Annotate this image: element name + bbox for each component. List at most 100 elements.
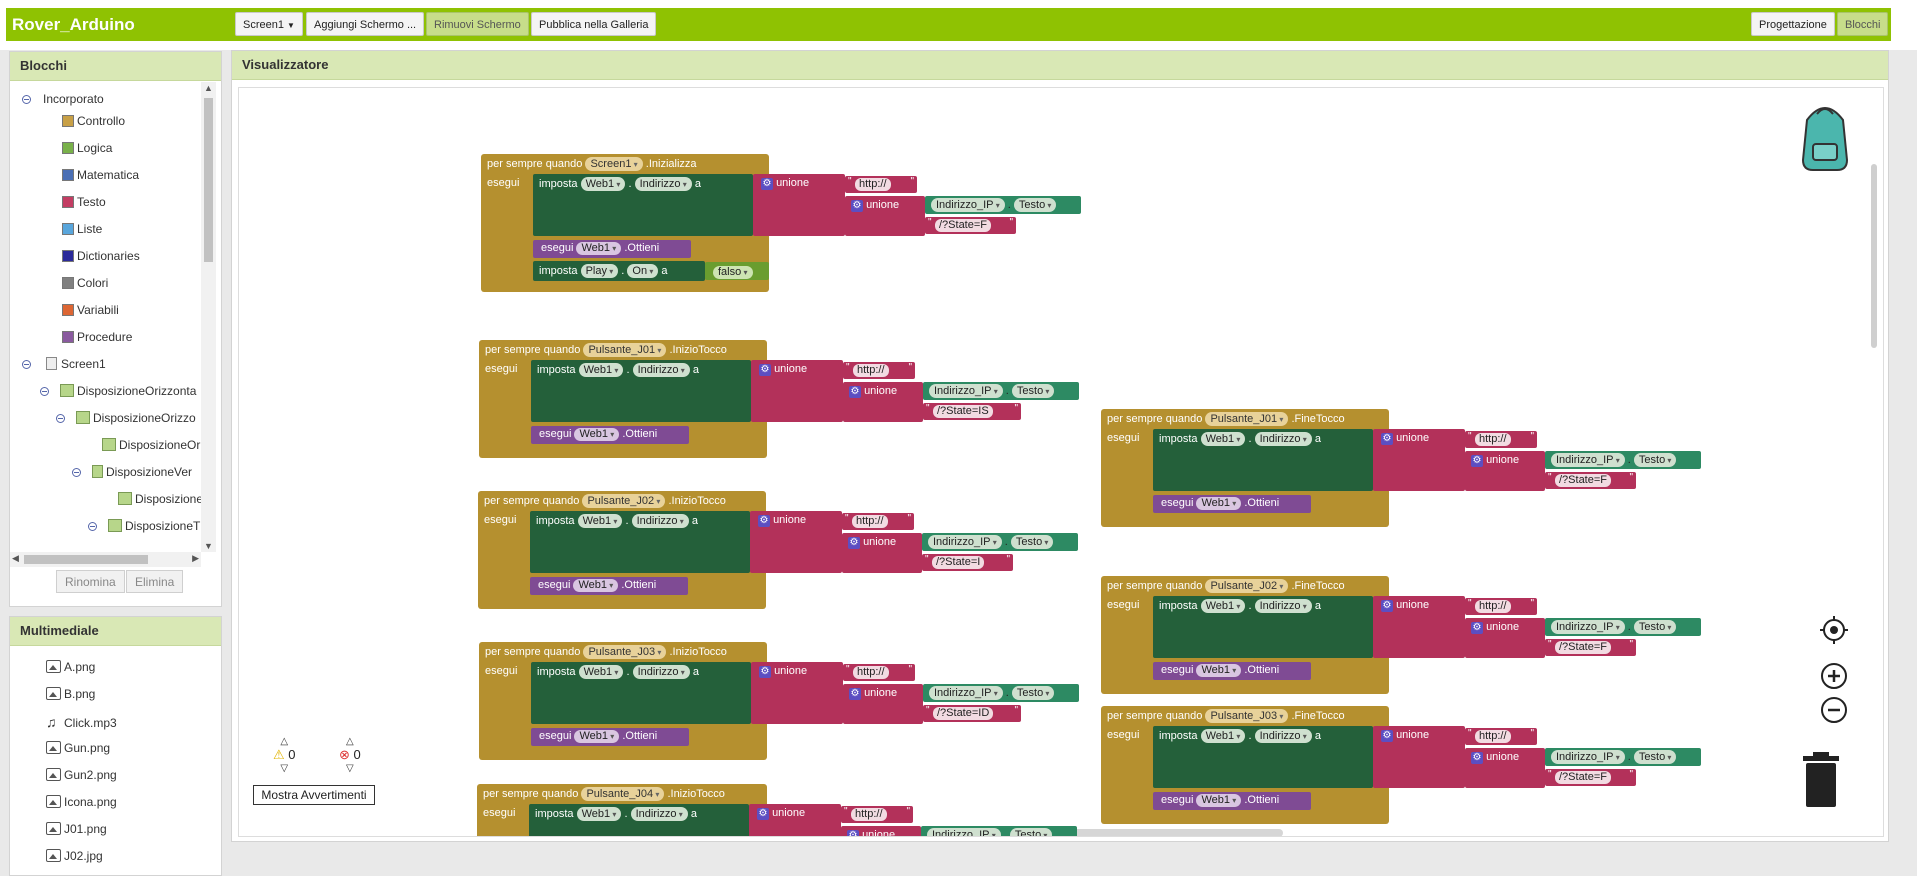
- media-file[interactable]: ♫ Click.mp3: [46, 714, 117, 730]
- tree-scrollbar[interactable]: ▲ ▼: [201, 82, 216, 552]
- join-block[interactable]: ⚙ unione: [842, 533, 922, 573]
- media-file[interactable]: J02.jpg: [46, 849, 103, 863]
- component-dropdown[interactable]: Web1: [1196, 794, 1242, 807]
- component-dropdown[interactable]: Web1: [1200, 729, 1246, 743]
- text-string-block[interactable]: "/?State=F ": [1545, 472, 1636, 489]
- component-dropdown[interactable]: Web1: [573, 579, 619, 592]
- event-block[interactable]: per sempre quando Pulsante_J03 .InizioTo…: [479, 642, 1079, 760]
- call-get-block[interactable]: esegui Web1 .Ottieni: [531, 426, 689, 444]
- rename-button[interactable]: Rinomina: [56, 570, 125, 593]
- text-getter-block[interactable]: Indirizzo_IP . Testo: [923, 382, 1079, 400]
- gear-icon[interactable]: ⚙: [759, 666, 771, 678]
- screen-select[interactable]: Screen1 ▼: [235, 12, 303, 36]
- scroll-up-icon[interactable]: ▲: [204, 83, 213, 93]
- collapse-icon[interactable]: [88, 522, 97, 531]
- tree-component[interactable]: DisposizioneT: [108, 519, 200, 533]
- join-block[interactable]: ⚙ unione: [750, 511, 842, 573]
- component-dropdown[interactable]: Web1: [576, 242, 622, 255]
- category-dictionaries[interactable]: Dictionaries: [62, 249, 140, 263]
- component-dropdown[interactable]: Indirizzo_IP: [928, 535, 1002, 549]
- text-getter-block[interactable]: Indirizzo_IP . Testo: [1545, 451, 1701, 469]
- component-dropdown[interactable]: Indirizzo_IP: [927, 828, 1001, 836]
- next-arrow-icon[interactable]: ▽: [273, 763, 296, 774]
- error-indicator[interactable]: △ ⊗ 0 ▽: [339, 736, 361, 774]
- component-dropdown[interactable]: Web1: [1200, 599, 1246, 613]
- call-get-block[interactable]: esegui Web1 .Ottieni: [1153, 495, 1311, 513]
- set-url-block[interactable]: imposta Web1 . Indirizzo a: [529, 804, 749, 836]
- event-block[interactable]: per sempre quando Pulsante_J01 .InizioTo…: [479, 340, 1079, 458]
- text-string-block[interactable]: "/?State=IS ": [923, 403, 1021, 420]
- call-get-block[interactable]: esegui Web1 .Ottieni: [1153, 662, 1311, 680]
- tree-hscrollbar[interactable]: ◀ ▶: [10, 552, 201, 567]
- join-block[interactable]: ⚙ unione: [1373, 726, 1465, 788]
- text-string-block[interactable]: "/?State=ID ": [923, 705, 1021, 722]
- join-block[interactable]: ⚙ unione: [1373, 429, 1465, 491]
- tree-component[interactable]: DisposizioneOrizzo: [76, 411, 196, 425]
- join-block[interactable]: ⚙ unione: [1465, 451, 1545, 491]
- gear-icon[interactable]: ⚙: [1471, 622, 1483, 634]
- text-getter-block[interactable]: Indirizzo_IP . Testo: [1545, 748, 1701, 766]
- component-dropdown[interactable]: Web1: [1196, 664, 1242, 677]
- trash-icon[interactable]: [1801, 752, 1841, 808]
- component-dropdown[interactable]: Web1: [578, 363, 624, 377]
- set-url-block[interactable]: imposta Web1 . Indirizzo a: [531, 662, 751, 724]
- tree-screen1[interactable]: Screen1: [46, 357, 106, 371]
- property-dropdown[interactable]: Testo: [1010, 535, 1054, 549]
- category-control[interactable]: Controllo: [62, 114, 125, 128]
- gear-icon[interactable]: ⚙: [1381, 730, 1393, 742]
- component-dropdown[interactable]: Web1: [576, 807, 622, 821]
- join-block[interactable]: ⚙ unione: [843, 382, 923, 422]
- media-file[interactable]: A.png: [46, 660, 95, 674]
- text-string-block[interactable]: " http://": [841, 806, 913, 823]
- show-warnings-button[interactable]: Mostra Avvertimenti: [253, 785, 375, 805]
- text-string-block[interactable]: " http://": [1465, 598, 1537, 615]
- component-dropdown[interactable]: Indirizzo_IP: [931, 198, 1005, 212]
- next-arrow-icon[interactable]: ▽: [339, 763, 361, 774]
- tree-component[interactable]: DisposizioneOrizzonta: [60, 384, 196, 398]
- category-logic[interactable]: Logica: [62, 141, 112, 155]
- blocks-button[interactable]: Blocchi: [1837, 12, 1889, 36]
- category-procedures[interactable]: Procedure: [62, 330, 132, 344]
- gear-icon[interactable]: ⚙: [1381, 433, 1393, 445]
- media-file[interactable]: Icona.png: [46, 795, 117, 809]
- join-block[interactable]: ⚙ unione: [843, 684, 923, 724]
- set-url-block[interactable]: imposta Web1 . Indirizzo a: [1153, 726, 1373, 788]
- component-dropdown[interactable]: Web1: [574, 428, 620, 441]
- gear-icon[interactable]: ⚙: [1381, 600, 1393, 612]
- join-block[interactable]: ⚙ unione: [751, 662, 843, 724]
- event-block[interactable]: per sempre quando Pulsante_J04 .InizioTo…: [477, 784, 1077, 836]
- property-dropdown[interactable]: Testo: [1013, 198, 1057, 212]
- collapse-icon[interactable]: [56, 414, 65, 423]
- tree-component[interactable]: DisposizioneVer: [92, 465, 192, 479]
- text-getter-block[interactable]: Indirizzo_IP . Testo: [925, 196, 1081, 214]
- property-dropdown[interactable]: Indirizzo: [630, 807, 688, 821]
- set-url-block[interactable]: imposta Web1 . Indirizzo a: [1153, 596, 1373, 658]
- tree-component[interactable]: Disposizione(: [118, 492, 207, 506]
- text-getter-block[interactable]: Indirizzo_IP . Testo: [923, 684, 1079, 702]
- component-dropdown[interactable]: Web1: [578, 665, 624, 679]
- set-url-block[interactable]: imposta Web1 . Indirizzo a: [530, 511, 750, 573]
- collapse-icon[interactable]: [40, 387, 49, 396]
- gear-icon[interactable]: ⚙: [761, 178, 773, 190]
- tree-component[interactable]: DisposizioneOriz: [102, 438, 209, 452]
- scrollbar-thumb[interactable]: [204, 98, 213, 262]
- backpack-icon[interactable]: [1791, 102, 1859, 172]
- call-get-block[interactable]: esegui Web1 .Ottieni: [533, 240, 691, 258]
- component-dropdown[interactable]: Indirizzo_IP: [1551, 620, 1625, 634]
- collapse-icon[interactable]: [22, 360, 31, 369]
- blocks-workspace[interactable]: △ ⚠ 0 ▽ △ ⊗ 0 ▽ Mostra Avvertimenti per …: [238, 87, 1884, 837]
- category-math[interactable]: Matematica: [62, 168, 139, 182]
- property-dropdown[interactable]: Testo: [1633, 620, 1677, 634]
- component-dropdown[interactable]: Indirizzo_IP: [929, 686, 1003, 700]
- join-block[interactable]: ⚙ unione: [1465, 618, 1545, 658]
- media-file[interactable]: Gun.png: [46, 741, 110, 755]
- text-getter-block[interactable]: Indirizzo_IP . Testo: [922, 533, 1078, 551]
- delete-button[interactable]: Elimina: [126, 570, 184, 593]
- center-target-icon[interactable]: [1820, 616, 1848, 644]
- category-colors[interactable]: Colori: [62, 276, 108, 290]
- call-get-block[interactable]: esegui Web1 .Ottieni: [531, 728, 689, 746]
- remove-screen-button[interactable]: Rimuovi Schermo: [426, 12, 529, 36]
- text-getter-block[interactable]: Indirizzo_IP . Testo: [1545, 618, 1701, 636]
- join-block[interactable]: ⚙ unione: [845, 196, 925, 236]
- event-block[interactable]: per sempre quando Pulsante_J02 .FineTocc…: [1101, 576, 1701, 694]
